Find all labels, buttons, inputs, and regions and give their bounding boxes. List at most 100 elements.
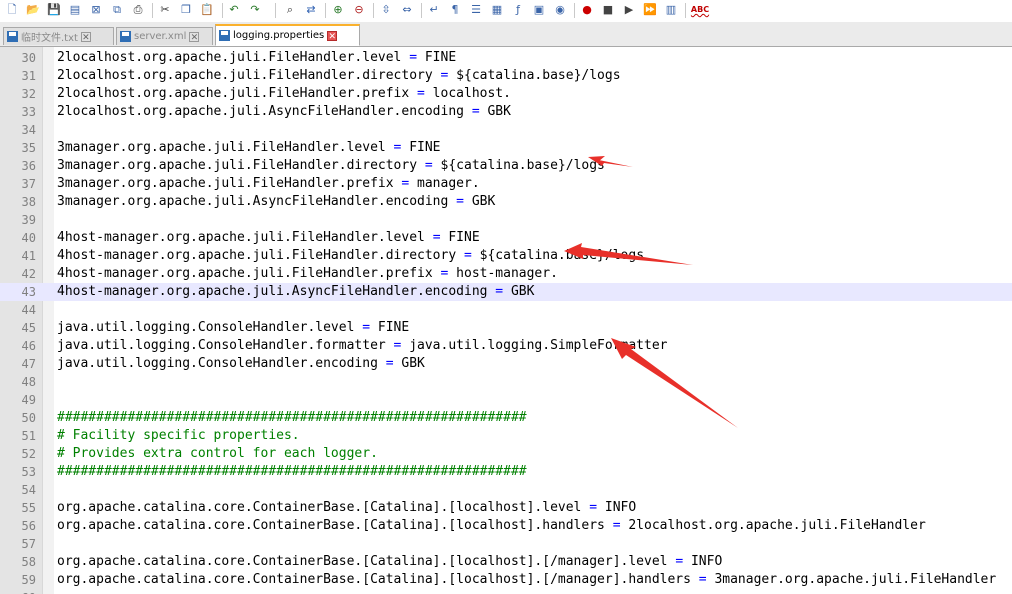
code-line[interactable]: 32 2localhost.org.apache.juli.FileHandler… bbox=[0, 85, 1012, 103]
code-line[interactable]: 47 java.util.logging.ConsoleHandler.encod… bbox=[0, 355, 1012, 373]
code-line[interactable]: 59 org.apache.catalina.core.ContainerBase… bbox=[0, 571, 1012, 589]
line-number: 32 bbox=[21, 87, 36, 101]
run-macro-multiple-icon[interactable]: ⏩ bbox=[642, 2, 658, 18]
code-line[interactable]: 42 4host-manager.org.apache.juli.FileHand… bbox=[0, 265, 1012, 283]
code-line[interactable]: 33 2localhost.org.apache.juli.AsyncFileHa… bbox=[0, 103, 1012, 121]
close-tab-icon[interactable]: ✕ bbox=[327, 30, 338, 42]
zoom-out-icon[interactable]: ⊖ bbox=[351, 2, 367, 18]
line-text: 2localhost.org.apache.juli.FileHandler.d… bbox=[57, 68, 621, 83]
operator: = bbox=[424, 158, 433, 173]
line-number: 53 bbox=[21, 465, 36, 479]
code-lines: 30 2localhost.org.apache.juli.FileHandler… bbox=[0, 49, 1012, 594]
code-line[interactable]: 38 3manager.org.apache.juli.AsyncFileHand… bbox=[0, 193, 1012, 211]
saved-file-icon bbox=[219, 30, 230, 41]
sync-vertical-icon[interactable]: ⇳ bbox=[378, 2, 394, 18]
tab-temp-file[interactable]: 临时文件.txt ✕ bbox=[3, 27, 114, 45]
code-line[interactable]: 55 org.apache.catalina.core.ContainerBase… bbox=[0, 499, 1012, 517]
code-line[interactable]: 60 bbox=[0, 589, 1012, 594]
line-text: java.util.logging.ConsoleHandler.formatt… bbox=[57, 338, 668, 353]
print-icon[interactable]: ⎙ bbox=[130, 2, 146, 18]
redo-icon[interactable]: ↷ bbox=[247, 2, 263, 18]
toolbar-separator bbox=[373, 3, 374, 18]
code-line[interactable]: 39 bbox=[0, 211, 1012, 229]
close-all-icon[interactable]: ⧉ bbox=[109, 2, 125, 18]
line-number: 59 bbox=[21, 573, 36, 587]
line-text: ########################################… bbox=[57, 464, 527, 479]
close-tab-icon[interactable]: ✕ bbox=[80, 31, 91, 43]
line-text: org.apache.catalina.core.ContainerBase.[… bbox=[57, 500, 637, 515]
code-line[interactable]: 40 4host-manager.org.apache.juli.FileHand… bbox=[0, 229, 1012, 247]
close-icon[interactable]: ⊠ bbox=[88, 2, 104, 18]
monitor-icon[interactable]: ◉ bbox=[552, 2, 568, 18]
new-file-icon[interactable]: 🗋 bbox=[4, 2, 20, 18]
function-list-icon[interactable]: ƒ bbox=[510, 2, 526, 18]
replace-icon[interactable]: ⇄ bbox=[303, 2, 319, 18]
open-folder-icon[interactable]: 📂 bbox=[25, 2, 41, 18]
cut-icon[interactable]: ✂ bbox=[157, 2, 173, 18]
code-line-current[interactable]: 43 4host-manager.org.apache.juli.AsyncFil… bbox=[0, 283, 1012, 301]
code-line[interactable]: 57 bbox=[0, 535, 1012, 553]
line-number: 30 bbox=[21, 51, 36, 65]
save-icon[interactable]: 💾 bbox=[46, 2, 62, 18]
stop-macro-icon[interactable]: ■ bbox=[600, 2, 616, 18]
tab-server-xml[interactable]: server.xml ✕ bbox=[116, 27, 213, 45]
code-line[interactable]: 44 bbox=[0, 301, 1012, 319]
toolbar-separator bbox=[574, 3, 575, 18]
line-number: 47 bbox=[21, 357, 36, 371]
close-tab-icon[interactable]: ✕ bbox=[189, 31, 200, 43]
line-text: 3manager.org.apache.juli.AsyncFileHandle… bbox=[57, 194, 496, 209]
code-line[interactable]: 37 3manager.org.apache.juli.FileHandler.p… bbox=[0, 175, 1012, 193]
code-line[interactable]: 31 2localhost.org.apache.juli.FileHandler… bbox=[0, 67, 1012, 85]
code-line[interactable]: 52 # Provides extra control for each logg… bbox=[0, 445, 1012, 463]
line-number: 37 bbox=[21, 177, 36, 191]
toolbar-separator bbox=[152, 3, 153, 18]
spell-check-icon[interactable]: ABC bbox=[690, 2, 710, 18]
tab-logging-properties[interactable]: logging.properties ✕ bbox=[215, 24, 360, 46]
code-line[interactable]: 49 bbox=[0, 391, 1012, 409]
line-number: 31 bbox=[21, 69, 36, 83]
operator: = bbox=[675, 554, 684, 569]
line-number: 40 bbox=[21, 231, 36, 245]
code-line[interactable]: 54 bbox=[0, 481, 1012, 499]
save-all-icon[interactable]: ▤ bbox=[67, 2, 83, 18]
find-icon[interactable]: ⌕ bbox=[282, 2, 298, 18]
operator: = bbox=[417, 86, 425, 101]
text-editor[interactable]: 30 2localhost.org.apache.juli.FileHandler… bbox=[0, 47, 1012, 594]
operator: = bbox=[471, 104, 480, 119]
line-text: org.apache.catalina.core.ContainerBase.[… bbox=[57, 572, 997, 587]
code-line[interactable]: 48 bbox=[0, 373, 1012, 391]
code-line[interactable]: 51 # Facility specific properties. bbox=[0, 427, 1012, 445]
code-line[interactable]: 35 3manager.org.apache.juli.FileHandler.l… bbox=[0, 139, 1012, 157]
code-line[interactable]: 58 org.apache.catalina.core.ContainerBase… bbox=[0, 553, 1012, 571]
undo-icon[interactable]: ↶ bbox=[226, 2, 242, 18]
line-text: 4host-manager.org.apache.juli.FileHandle… bbox=[57, 248, 645, 263]
line-number: 56 bbox=[21, 519, 36, 533]
zoom-in-icon[interactable]: ⊕ bbox=[330, 2, 346, 18]
paste-icon[interactable]: 📋 bbox=[199, 2, 215, 18]
tab-bar: 临时文件.txt ✕ server.xml ✕ logging.properti… bbox=[0, 22, 1012, 47]
code-line[interactable]: 46 java.util.logging.ConsoleHandler.forma… bbox=[0, 337, 1012, 355]
line-number: 50 bbox=[21, 411, 36, 425]
line-text: 2localhost.org.apache.juli.FileHandler.p… bbox=[57, 86, 511, 101]
save-macro-icon[interactable]: ▥ bbox=[663, 2, 679, 18]
play-macro-icon[interactable]: ▶ bbox=[621, 2, 637, 18]
code-line[interactable]: 36 3manager.org.apache.juli.FileHandler.d… bbox=[0, 157, 1012, 175]
copy-icon[interactable]: ❐ bbox=[178, 2, 194, 18]
word-wrap-icon[interactable]: ↵ bbox=[426, 2, 442, 18]
line-number: 60 bbox=[0, 589, 36, 594]
code-line[interactable]: 34 bbox=[0, 121, 1012, 139]
code-line[interactable]: 30 2localhost.org.apache.juli.FileHandler… bbox=[0, 49, 1012, 67]
indent-guide-icon[interactable]: ☰ bbox=[468, 2, 484, 18]
sync-horizontal-icon[interactable]: ⇔ bbox=[399, 2, 415, 18]
code-line[interactable]: 41 4host-manager.org.apache.juli.FileHand… bbox=[0, 247, 1012, 265]
record-macro-icon[interactable]: ● bbox=[579, 2, 595, 18]
code-line[interactable]: 53 ######################################… bbox=[0, 463, 1012, 481]
code-line[interactable]: 50 ######################################… bbox=[0, 409, 1012, 427]
folder-workspace-icon[interactable]: ▣ bbox=[531, 2, 547, 18]
code-line[interactable]: 56 org.apache.catalina.core.ContainerBase… bbox=[0, 517, 1012, 535]
operator: = bbox=[393, 140, 402, 155]
document-map-icon[interactable]: ▦ bbox=[489, 2, 505, 18]
show-all-chars-icon[interactable]: ¶ bbox=[447, 2, 463, 18]
code-line[interactable]: 45 java.util.logging.ConsoleHandler.level… bbox=[0, 319, 1012, 337]
operator: = bbox=[495, 284, 504, 299]
